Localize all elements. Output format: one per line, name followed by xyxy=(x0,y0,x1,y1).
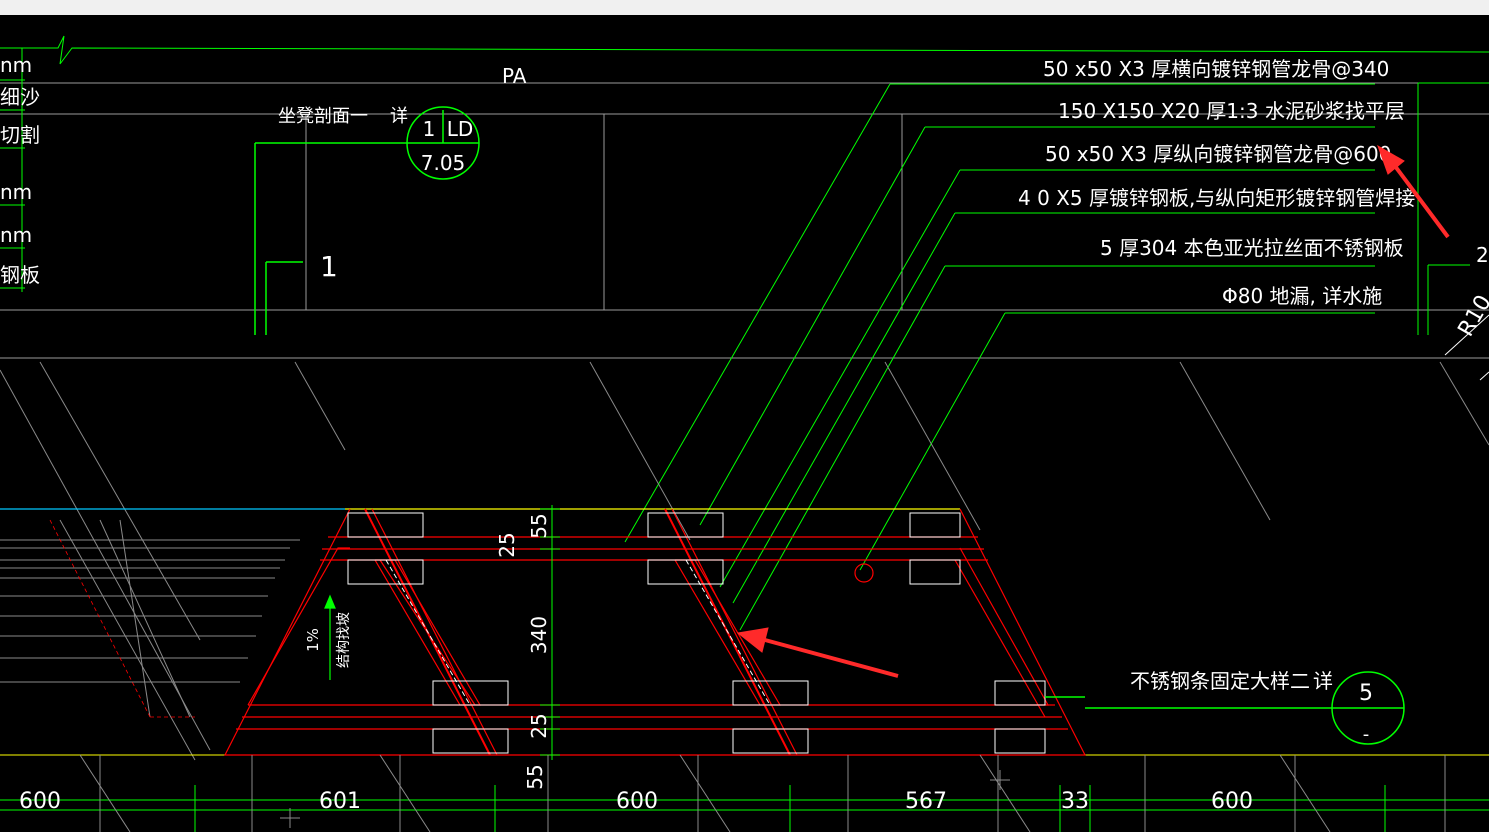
detail-bubble-2-title: 不锈钢条固定大样二 xyxy=(1130,669,1310,693)
window-titlebar xyxy=(0,0,1489,15)
right-partial-digit: 2 xyxy=(1476,243,1489,267)
detail-bubble-1-top-left: 1 xyxy=(423,117,436,141)
left-cut-label-2: 细沙 xyxy=(0,85,40,109)
seat-section-outline xyxy=(224,508,1086,756)
bottom-dim-4: 567 xyxy=(905,789,947,814)
section-label-pa: PA xyxy=(502,64,527,88)
dim-vertical-top-55: 55 xyxy=(527,513,551,538)
left-cut-label-5: nm xyxy=(0,223,32,247)
cad-drawing-canvas[interactable]: nm 细沙 切割 nm nm 钢板 坐凳剖面一 详 PA 1 LD 7.05 1… xyxy=(0,15,1489,832)
detail-bubble-2-detail-word: 详 xyxy=(1313,669,1333,693)
slope-note: 结构找坡 xyxy=(336,612,352,668)
bottom-dim-2: 601 xyxy=(319,789,361,814)
dim-vertical-bottom-55: 55 xyxy=(523,764,547,789)
left-cut-label-1: nm xyxy=(0,53,32,77)
callout-label-2: 150 X150 X20 厚1:3 水泥砂浆找平层 xyxy=(1058,99,1405,123)
construction-hatch xyxy=(0,361,1489,761)
left-cut-label-6: 钢板 xyxy=(0,263,40,287)
detail-bubble-2-top: 5 xyxy=(1359,681,1373,706)
callout-label-3: 50 x50 X3 厚纵向镀锌钢管龙骨@600 xyxy=(1045,142,1391,166)
bottom-dim-5: 33 xyxy=(1061,789,1089,814)
detail-bubble-1[interactable] xyxy=(254,106,480,335)
callout-label-5: 5 厚304 本色亚光拉丝面不锈钢板 xyxy=(1100,236,1404,260)
detail-bubble-2-bottom: - xyxy=(1363,724,1370,745)
section-detail-word: 详 xyxy=(390,106,408,127)
left-cut-label-4: nm xyxy=(0,180,32,204)
section-number: 1 xyxy=(320,250,338,283)
dim-vertical-340: 340 xyxy=(527,616,551,654)
left-cut-label-3: 切割 xyxy=(0,123,40,147)
callout-label-6: Φ80 地漏, 详水施 xyxy=(1222,284,1382,308)
slope-arrow xyxy=(324,594,336,680)
bottom-dim-1: 600 xyxy=(19,789,61,814)
annotation-arrow-bottom xyxy=(736,627,899,678)
section-title: 坐凳剖面一 xyxy=(278,106,368,127)
dim-vertical-25-top: 25 xyxy=(495,532,519,557)
detail-bubble-1-bottom: 7.05 xyxy=(421,151,466,175)
bottom-dim-6: 600 xyxy=(1211,789,1253,814)
bottom-dimension-grid xyxy=(0,785,1489,832)
radius-label: R10 xyxy=(1454,291,1489,341)
bottom-dim-3: 600 xyxy=(616,789,658,814)
floor-drain-symbol xyxy=(854,563,874,583)
red-dashed-construction xyxy=(49,519,195,718)
callout-label-1: 50 x50 X3 厚横向镀锌钢管龙骨@340 xyxy=(1043,57,1389,81)
slope-percent: 1% xyxy=(304,628,322,652)
dim-vertical-25-bottom: 25 xyxy=(527,713,551,738)
detail-bubble-1-top-right: LD xyxy=(447,117,474,141)
callout-label-4: 4 0 X5 厚镀锌钢板,与纵向矩形镀锌钢管焊接 xyxy=(1018,186,1415,210)
